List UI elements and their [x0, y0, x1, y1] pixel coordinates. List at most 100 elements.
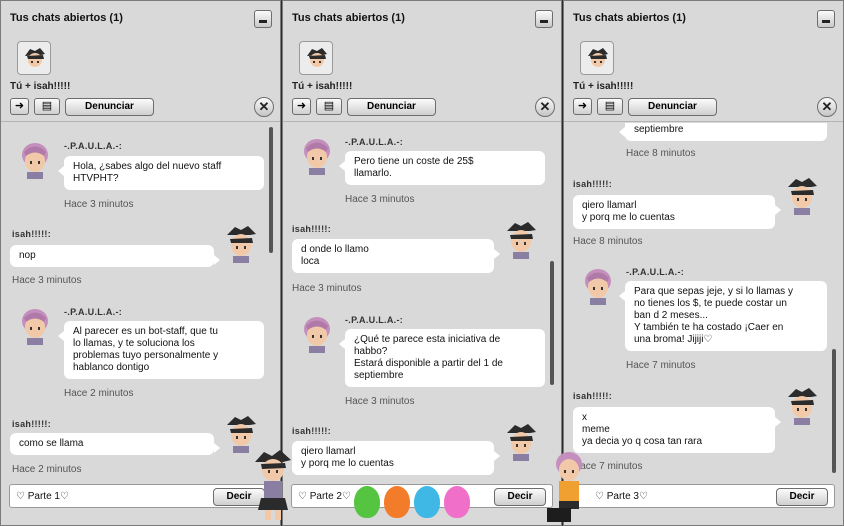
isah-avatar — [788, 178, 817, 215]
message-bubble: d onde lo llamo loca — [292, 239, 500, 273]
chat-window-1: Tus chats abiertos (1) Tú + isah!!!!! ➜ … — [0, 0, 281, 526]
minimize-button[interactable] — [254, 10, 272, 28]
arrow-right-icon[interactable]: ➜ — [10, 98, 29, 115]
message-input[interactable]: ♡ Parte 1♡ Decir — [9, 484, 272, 508]
message-bubble: Al parecer es un bot-staff, que tu lo ll… — [58, 321, 264, 379]
message-sender: isah!!!!!: — [292, 426, 331, 436]
window-titlebar[interactable]: Tus chats abiertos (1) — [1, 1, 280, 37]
close-chat-icon[interactable]: ✕ — [535, 97, 555, 117]
message-time: Hace 3 minutos — [64, 199, 134, 210]
message-bubble: qiero llamarl y porq me lo cuentas — [573, 195, 781, 229]
paula-avatar — [585, 269, 611, 305]
message-bubble: Hola, ¿sabes algo del nuevo staff HTVPHT… — [58, 156, 264, 190]
message-sender: -.P.A.U.L.A.-: — [345, 315, 404, 325]
chat-toolbar: ➜ ▤ Denunciar ✕ — [292, 97, 555, 117]
send-button[interactable]: Decir — [776, 488, 828, 506]
chat-scrollbar[interactable] — [269, 127, 273, 253]
isah-head-icon — [307, 48, 327, 67]
message-bubble: septiembre — [619, 123, 827, 141]
message-sender: -.P.A.U.L.A.-: — [345, 137, 404, 147]
message-sender: isah!!!!!: — [12, 229, 51, 239]
message-bubble: Para que sepas jeje, y si lo llamas y no… — [619, 281, 827, 351]
message-input-value: ♡ Parte 3♡ — [595, 491, 648, 502]
message-bubble: x meme ya decia yo q cosa tan rara — [573, 407, 781, 453]
conversation-tab-avatar[interactable] — [17, 41, 51, 75]
minimize-button[interactable] — [535, 10, 553, 28]
message-sender: isah!!!!!: — [573, 391, 612, 401]
report-button[interactable]: Denunciar — [628, 98, 717, 116]
send-button[interactable]: Decir — [494, 488, 546, 506]
profile-card-icon[interactable]: ▤ — [316, 98, 342, 115]
chat-log[interactable]: -.P.A.U.L.A.-: Hola, ¿sabes algo del nue… — [1, 123, 280, 479]
message-bubble: Pero tiene un coste de 25$ llamarlo. — [339, 151, 545, 185]
message-input-value: ♡ Parte 1♡ — [16, 491, 69, 502]
window-titlebar[interactable]: Tus chats abiertos (1) — [564, 1, 843, 37]
isah-avatar — [788, 388, 817, 425]
message-time: Hace 3 minutos — [345, 194, 415, 205]
isah-avatar — [507, 424, 536, 461]
report-button[interactable]: Denunciar — [65, 98, 154, 116]
isah-figure-sprite — [255, 450, 291, 520]
chat-window-2: Tus chats abiertos (1) Tú + isah!!!!! ➜ … — [282, 0, 562, 526]
pink-balloon-icon — [444, 486, 470, 518]
divider — [564, 121, 843, 122]
green-balloon-icon — [354, 486, 380, 518]
message-time: Hace 3 minutos — [345, 396, 415, 407]
message-time: Hace 3 minutos — [292, 283, 362, 294]
message-input-value: ♡ Parte 2♡ — [298, 491, 351, 502]
message-time: Hace 2 minutos — [64, 388, 134, 399]
divider — [1, 121, 280, 122]
conversation-partner-label: Tú + isah!!!!! — [10, 81, 71, 92]
chat-toolbar: ➜ ▤ Denunciar ✕ — [10, 97, 274, 117]
chat-scrollbar[interactable] — [550, 261, 554, 385]
isah-head-icon — [25, 48, 45, 67]
isah-head-icon — [588, 48, 608, 67]
arrow-right-icon[interactable]: ➜ — [292, 98, 311, 115]
message-bubble: ¿Qué te parece esta iniciativa de habbo?… — [339, 329, 545, 387]
paula-avatar — [304, 317, 330, 353]
close-chat-icon[interactable]: ✕ — [254, 97, 274, 117]
chat-log[interactable]: -.P.A.U.L.A.-: Pero tiene un coste de 25… — [283, 123, 561, 479]
message-time: Hace 2 minutos — [12, 464, 82, 475]
paula-figure-sprite — [547, 452, 582, 522]
window-title: Tus chats abiertos (1) — [10, 12, 123, 24]
isah-avatar — [227, 226, 256, 263]
isah-avatar — [507, 222, 536, 259]
message-sender: isah!!!!!: — [573, 179, 612, 189]
chat-log[interactable]: septiembre Hace 8 minutos isah!!!!!: qie… — [564, 123, 843, 479]
message-time: Hace 8 minutos — [573, 236, 643, 247]
message-time: Hace 3 minutos — [12, 275, 82, 286]
blue-balloon-icon — [414, 486, 440, 518]
message-bubble: qiero llamarl y porq me lo cuentas — [292, 441, 500, 475]
conversation-tab-avatar[interactable] — [299, 41, 333, 75]
profile-card-icon[interactable]: ▤ — [597, 98, 623, 115]
chat-window-3: Tus chats abiertos (1) Tú + isah!!!!! ➜ … — [563, 0, 844, 526]
close-chat-icon[interactable]: ✕ — [817, 97, 837, 117]
message-bubble: nop — [10, 245, 220, 267]
conversation-tab-avatar[interactable] — [580, 41, 614, 75]
conversation-partner-label: Tú + isah!!!!! — [292, 81, 353, 92]
chat-toolbar: ➜ ▤ Denunciar ✕ — [573, 97, 837, 117]
message-sender: -.P.A.U.L.A.-: — [626, 267, 685, 277]
message-sender: -.P.A.U.L.A.-: — [64, 141, 123, 151]
message-input[interactable]: ♡ Parte 3♡ Decir — [572, 484, 835, 508]
window-title: Tus chats abiertos (1) — [292, 12, 405, 24]
message-sender: -.P.A.U.L.A.-: — [64, 307, 123, 317]
message-sender: isah!!!!!: — [292, 224, 331, 234]
message-time: Hace 8 minutos — [626, 148, 696, 159]
message-time: Hace 7 minutos — [626, 360, 696, 371]
window-title: Tus chats abiertos (1) — [573, 12, 686, 24]
paula-avatar — [304, 139, 330, 175]
message-sender: isah!!!!!: — [12, 419, 51, 429]
paula-avatar — [22, 143, 48, 179]
minimize-button[interactable] — [817, 10, 835, 28]
isah-avatar — [227, 416, 256, 453]
report-button[interactable]: Denunciar — [347, 98, 436, 116]
conversation-partner-label: Tú + isah!!!!! — [573, 81, 634, 92]
profile-card-icon[interactable]: ▤ — [34, 98, 60, 115]
arrow-right-icon[interactable]: ➜ — [573, 98, 592, 115]
paula-avatar — [22, 309, 48, 345]
divider — [283, 121, 561, 122]
chat-scrollbar[interactable] — [832, 349, 836, 473]
window-titlebar[interactable]: Tus chats abiertos (1) — [283, 1, 561, 37]
